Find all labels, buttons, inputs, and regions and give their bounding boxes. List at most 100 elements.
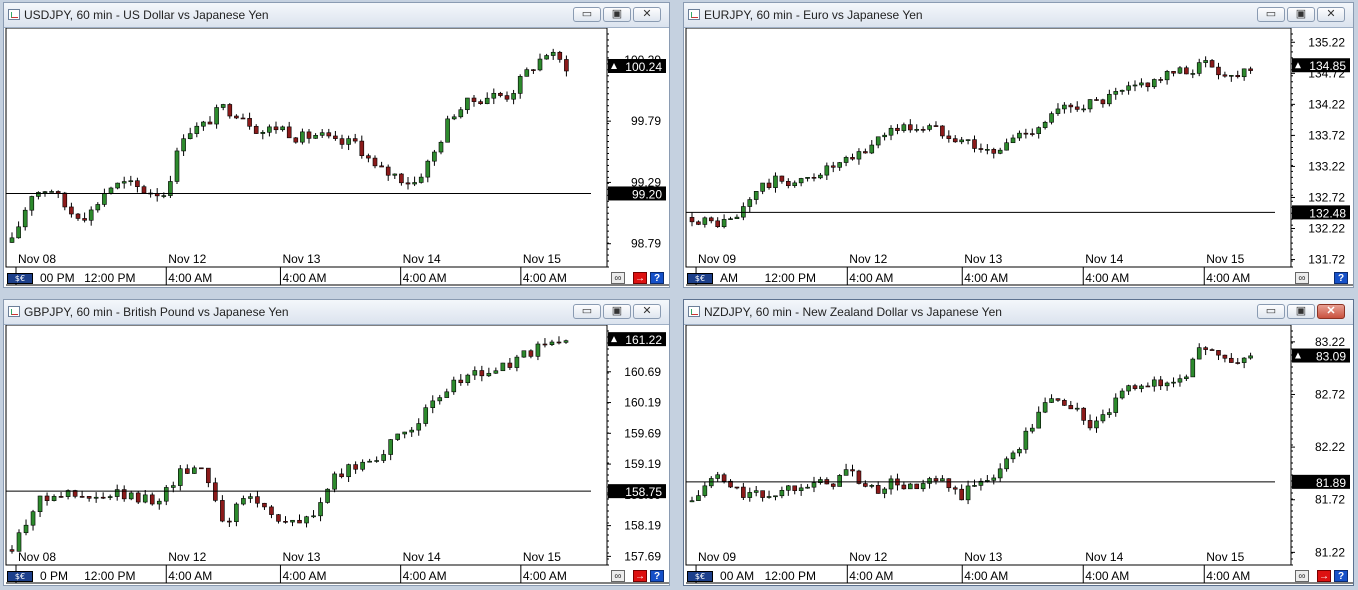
candle-body: [108, 187, 114, 194]
candle-body: [1145, 82, 1151, 88]
candle-body: [1029, 427, 1035, 432]
candle-body: [1004, 142, 1009, 151]
minimize-button[interactable]: ▭: [573, 7, 601, 22]
currency-badge[interactable]: $€: [7, 273, 33, 284]
y-tick-label: 99.79: [631, 114, 661, 128]
candle-body: [62, 192, 68, 208]
candle-body: [1126, 85, 1131, 91]
candle-body: [128, 180, 134, 183]
price-chart[interactable]: 160.69160.19159.69159.19158.69158.19157.…: [4, 325, 669, 585]
time-label: 4:00 AM: [964, 271, 1008, 285]
candle-body: [1049, 398, 1054, 403]
chart-window-gbpjpy[interactable]: GBPJPY, 60 min - British Pound vs Japane…: [3, 299, 670, 586]
chart-window-nzdjpy[interactable]: NZDJPY, 60 min - New Zealand Dollar vs J…: [683, 299, 1354, 586]
restore-icon: ▣: [611, 305, 623, 317]
candle-body: [16, 532, 22, 552]
date-label: Nov 14: [1085, 252, 1123, 266]
candle-body: [766, 182, 772, 188]
link-icon[interactable]: ∞: [1295, 570, 1309, 582]
plot-frame: [5, 28, 608, 268]
currency-badge[interactable]: $€: [687, 571, 713, 582]
close-button[interactable]: ✕: [633, 7, 661, 22]
candle-body: [207, 121, 213, 125]
candle-body: [760, 182, 765, 192]
price-chart[interactable]: 100.2999.7999.2998.7999.20100.24Nov 08No…: [4, 28, 669, 287]
candle-body: [805, 486, 810, 489]
close-button[interactable]: ✕: [633, 304, 661, 319]
candle-body: [253, 125, 259, 134]
candle-body: [550, 51, 556, 56]
chart-window-usdjpy[interactable]: USDJPY, 60 min - US Dollar vs Japanese Y…: [3, 2, 670, 288]
candle-body: [965, 139, 971, 141]
link-icon[interactable]: ∞: [611, 272, 625, 284]
candle-body: [1229, 357, 1234, 363]
minimize-button[interactable]: ▭: [573, 304, 601, 319]
restore-button[interactable]: ▣: [603, 7, 631, 22]
candle-body: [220, 104, 226, 108]
close-button[interactable]: ✕: [1317, 7, 1345, 22]
candle-body: [399, 173, 404, 184]
candle-body: [766, 496, 772, 498]
help-icon[interactable]: ?: [650, 570, 664, 582]
minimize-button[interactable]: ▭: [1257, 7, 1285, 22]
candle-body: [352, 138, 358, 142]
exit-arrow-icon[interactable]: →: [633, 272, 647, 284]
close-button[interactable]: ✕: [1317, 304, 1345, 319]
candle-body: [1017, 449, 1022, 454]
chart-window-eurjpy[interactable]: EURJPY, 60 min - Euro vs Japanese Yen ▭ …: [683, 2, 1354, 288]
help-icon[interactable]: ?: [1334, 570, 1348, 582]
price-chart[interactable]: 135.22134.72134.22133.72133.22132.72132.…: [684, 28, 1353, 287]
currency-badge[interactable]: $€: [7, 571, 33, 582]
candle-body: [991, 477, 997, 481]
candle-body: [192, 467, 197, 474]
candle-body: [478, 101, 483, 105]
candle-body: [952, 487, 958, 490]
level-tag-label: 132.48: [1309, 206, 1346, 220]
restore-button[interactable]: ▣: [1287, 304, 1315, 319]
candle-body: [1036, 127, 1042, 134]
title-bar[interactable]: GBPJPY, 60 min - British Pound vs Japane…: [4, 300, 669, 325]
time-label: 4:00 AM: [168, 271, 212, 285]
date-label: Nov 15: [523, 550, 561, 564]
candle-body: [521, 350, 527, 358]
candle-body: [888, 478, 894, 490]
candle-body: [9, 237, 15, 243]
date-label: Nov 08: [18, 252, 56, 266]
level-tag-label: 158.75: [625, 485, 662, 499]
candle-body: [283, 521, 288, 523]
candle-body: [1235, 362, 1241, 364]
minimize-button[interactable]: ▭: [1257, 304, 1285, 319]
help-icon[interactable]: ?: [1334, 272, 1348, 284]
candle-body: [1087, 420, 1093, 429]
candle-body: [484, 97, 490, 105]
price-chart[interactable]: 83.22 82.72 82.22 81.72 81.22 81.89 83.09 Nov 0…: [684, 325, 1353, 585]
candle-body: [69, 206, 74, 215]
restore-button[interactable]: ▣: [603, 304, 631, 319]
title-bar[interactable]: EURJPY, 60 min - Euro vs Japanese Yen ▭ …: [684, 3, 1353, 28]
candle-body: [830, 483, 836, 487]
candle-body: [1190, 73, 1196, 75]
link-icon[interactable]: ∞: [1295, 272, 1309, 284]
y-tick-label: 160.19: [624, 396, 661, 410]
help-icon[interactable]: ?: [650, 272, 664, 284]
candle-body: [273, 126, 279, 131]
candle-body: [93, 496, 99, 499]
restore-button[interactable]: ▣: [1287, 7, 1315, 22]
title-bar[interactable]: NZDJPY, 60 min - New Zealand Dollar vs J…: [684, 300, 1353, 325]
restore-icon: ▣: [611, 8, 623, 20]
candle-body: [86, 496, 92, 499]
candle-body: [933, 478, 939, 482]
link-icon[interactable]: ∞: [611, 570, 625, 582]
candle-body: [875, 136, 881, 146]
currency-badge[interactable]: $€: [687, 273, 713, 284]
title-bar[interactable]: USDJPY, 60 min - US Dollar vs Japanese Y…: [4, 3, 669, 28]
candle-body: [1074, 407, 1080, 410]
candle-body: [1126, 385, 1131, 392]
candle-body: [985, 480, 990, 482]
exit-arrow-icon[interactable]: →: [1317, 570, 1331, 582]
exit-arrow-icon[interactable]: →: [633, 570, 647, 582]
candle-body: [194, 125, 200, 134]
time-label: 4:00 AM: [282, 271, 326, 285]
candle-body: [55, 191, 61, 194]
candle-body: [319, 132, 325, 136]
